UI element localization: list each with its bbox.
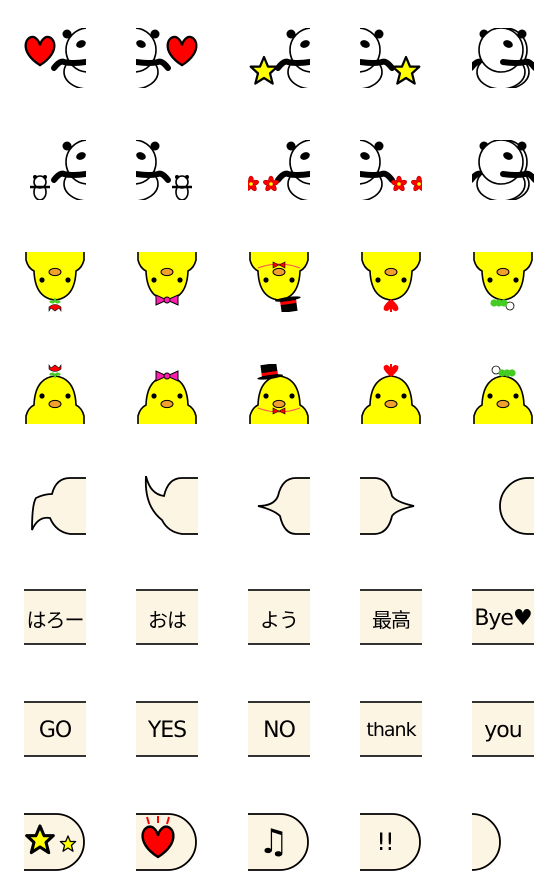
bubble-tail-left-icon[interactable] <box>248 476 310 536</box>
text-box-icon[interactable]: よう <box>248 588 310 648</box>
sticker-text: !! <box>376 828 394 856</box>
chick-up-hat-graphic <box>249 364 309 424</box>
panda-pair-graphic <box>472 140 534 200</box>
panda-right-flowers-icon[interactable] <box>248 140 310 200</box>
panda-full-graphic <box>472 28 534 88</box>
panda-pair-icon[interactable] <box>472 140 534 200</box>
pill-stars-graphic <box>24 813 85 871</box>
chick-down-hat-icon[interactable] <box>248 252 310 312</box>
chick-down-hat-graphic <box>249 252 309 312</box>
panda-left-baby-graphic <box>136 140 192 200</box>
bubble-tail-down-graphic <box>31 477 86 535</box>
chick-down-caterpillar-icon[interactable] <box>472 252 534 312</box>
bubble-tail-up-graphic <box>144 476 198 535</box>
chick-up-bow-graphic <box>137 370 197 424</box>
chick-down-caterpillar-graphic <box>473 252 533 311</box>
chick-up-tulip-icon[interactable] <box>24 364 86 424</box>
bubble-half-graphic <box>499 477 534 535</box>
bubble-tail-down-icon[interactable] <box>24 476 86 536</box>
sticker-text: thank <box>366 719 416 741</box>
text-box-icon[interactable]: 最高 <box>360 588 422 648</box>
text-box-icon[interactable]: GO <box>24 700 86 760</box>
panda-left-flowers-graphic <box>360 140 422 200</box>
panda-left-star-graphic <box>360 28 421 88</box>
sticker-text: ♫ <box>258 822 288 862</box>
panda-right-baby-icon[interactable] <box>24 140 86 200</box>
panda-right-star-icon[interactable] <box>248 28 310 88</box>
chick-down-heart-icon[interactable] <box>360 252 422 312</box>
panda-right-baby-graphic <box>30 140 86 200</box>
text-box-icon[interactable]: はろー <box>24 588 86 648</box>
panda-left-star-icon[interactable] <box>360 28 422 88</box>
sticker-text: NO <box>263 717 296 743</box>
sticker-text: you <box>484 717 522 743</box>
chick-up-heart-icon[interactable] <box>360 364 422 424</box>
panda-right-flowers-graphic <box>248 140 310 200</box>
chick-down-tulip-icon[interactable] <box>24 252 86 312</box>
pill-heart-graphic <box>136 813 197 871</box>
bubble-tail-up-icon[interactable] <box>136 476 198 536</box>
pill-exclamation-icon[interactable]: !! <box>360 812 422 872</box>
chick-up-hat-icon[interactable] <box>248 364 310 424</box>
sticker-text: 最高 <box>372 607 411 632</box>
chick-down-bow-icon[interactable] <box>136 252 198 312</box>
panda-right-heart-graphic <box>24 28 86 88</box>
chick-up-tulip-graphic <box>25 364 85 424</box>
chick-up-heart-graphic <box>361 364 421 424</box>
panda-left-heart-graphic <box>136 28 198 88</box>
pill-empty-graphic <box>472 813 501 871</box>
panda-left-baby-icon[interactable] <box>136 140 198 200</box>
chick-down-heart-graphic <box>361 252 421 312</box>
sticker-text: GO <box>38 717 72 743</box>
chick-up-bow-icon[interactable] <box>136 364 198 424</box>
panda-left-flowers-icon[interactable] <box>360 140 422 200</box>
sticker-text: はろー <box>26 607 85 632</box>
panda-right-star-graphic <box>249 28 310 88</box>
chick-up-caterpillar-graphic <box>473 365 533 424</box>
panda-left-heart-icon[interactable] <box>136 28 198 88</box>
bubble-tail-right-icon[interactable] <box>360 476 422 536</box>
text-box-icon[interactable]: YES <box>136 700 198 760</box>
sticker-text: おは <box>148 607 187 632</box>
chick-down-bow-graphic <box>137 252 197 306</box>
panda-right-heart-icon[interactable] <box>24 28 86 88</box>
text-box-icon[interactable]: Bye♥ <box>472 588 534 648</box>
pill-music-note-icon[interactable]: ♫ <box>248 812 310 872</box>
chick-down-tulip-graphic <box>25 252 85 312</box>
bubble-tail-right-graphic <box>360 477 415 535</box>
bubble-half-icon[interactable] <box>472 476 534 536</box>
panda-full-icon[interactable] <box>472 28 534 88</box>
text-box-icon[interactable]: NO <box>248 700 310 760</box>
text-box-icon[interactable]: おは <box>136 588 198 648</box>
pill-stars-icon[interactable] <box>24 812 86 872</box>
sticker-text: YES <box>147 717 187 743</box>
text-box-icon[interactable]: thank <box>360 700 422 760</box>
chick-up-caterpillar-icon[interactable] <box>472 364 534 424</box>
sticker-text: よう <box>260 607 299 632</box>
pill-empty-icon[interactable] <box>472 812 534 872</box>
sticker-text: Bye♥ <box>474 605 532 631</box>
text-box-icon[interactable]: you <box>472 700 534 760</box>
bubble-tail-left-graphic <box>257 477 310 535</box>
pill-heart-icon[interactable] <box>136 812 198 872</box>
